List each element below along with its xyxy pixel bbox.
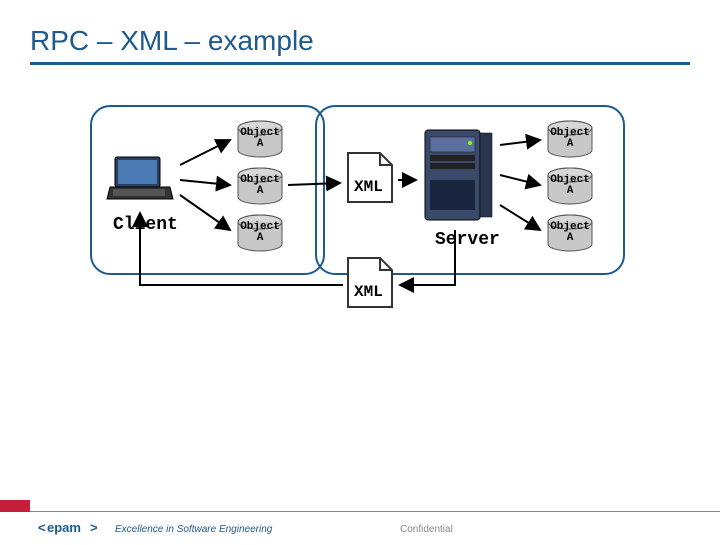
rpc-xml-diagram: Client Server Object A Object A Object A… [90, 105, 630, 335]
object-text: Object A [550, 127, 590, 150]
title-underline [30, 62, 690, 65]
server-object-label: Object A [545, 128, 595, 150]
object-text: Object A [550, 174, 590, 197]
svg-text:<: < [38, 520, 46, 535]
svg-text:epam: epam [47, 520, 81, 535]
client-object-label: Object A [235, 175, 285, 197]
slide-title: RPC – XML – example [30, 25, 314, 57]
xml-response-label: XML [354, 283, 383, 301]
laptop-icon [105, 155, 175, 205]
footer-accent-block [0, 500, 30, 512]
epam-logo: < epam > [38, 516, 108, 540]
footer-tagline: Excellence in Software Engineering [115, 524, 272, 535]
client-object-label: Object A [235, 222, 285, 244]
server-object-label: Object A [545, 222, 595, 244]
footer-confidential-label: Confidential [400, 524, 453, 535]
footer-divider [30, 511, 720, 512]
server-label: Server [435, 230, 500, 250]
object-text: Object A [240, 127, 280, 150]
client-object-label: Object A [235, 128, 285, 150]
client-label: Client [113, 215, 178, 235]
xml-request-label: XML [354, 178, 383, 196]
object-text: Object A [240, 174, 280, 197]
slide-footer: < epam > Excellence in Software Engineer… [0, 490, 720, 540]
object-text: Object A [550, 221, 590, 244]
server-icon [420, 125, 495, 225]
svg-text:>: > [90, 520, 98, 535]
server-object-label: Object A [545, 175, 595, 197]
object-text: Object A [240, 221, 280, 244]
